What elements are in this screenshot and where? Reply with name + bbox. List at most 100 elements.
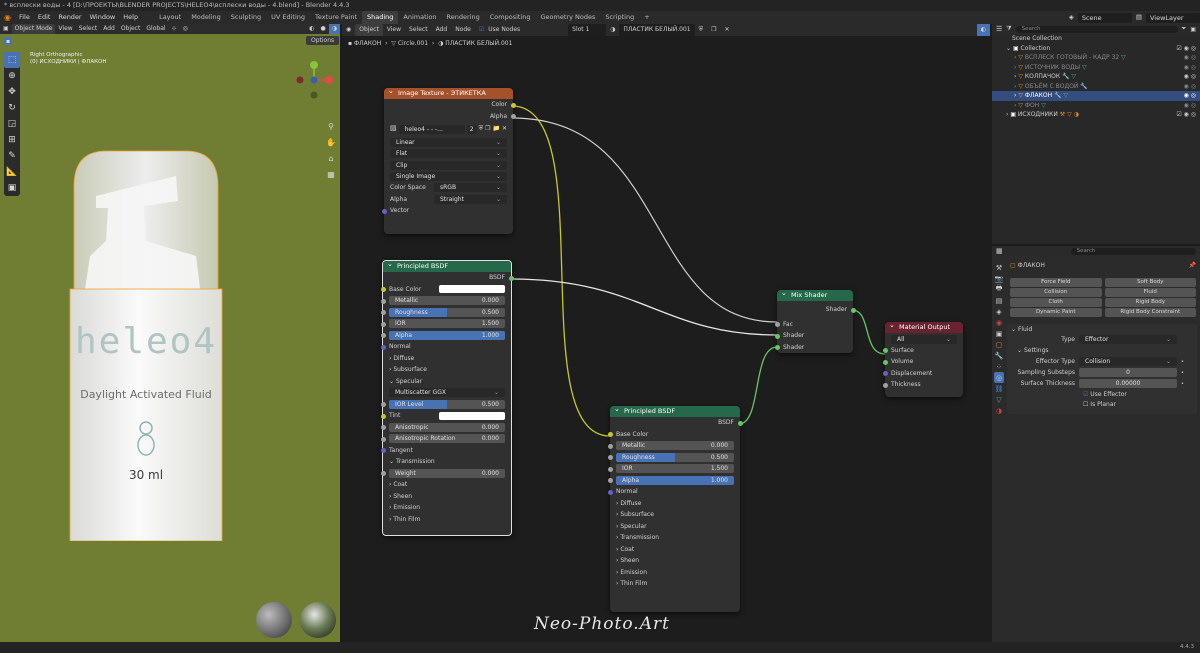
input-socket[interactable]	[882, 382, 888, 388]
input-socket[interactable]	[380, 436, 386, 442]
menu-render[interactable]: Render	[54, 11, 85, 24]
outliner-search-input[interactable]: Search	[1015, 25, 1178, 33]
keyframe-dot-icon[interactable]: •	[1177, 381, 1184, 387]
viewport-menu-object[interactable]: Object	[118, 24, 144, 34]
view-layer-selector[interactable]: ViewLayer	[1146, 12, 1200, 23]
cloth-button[interactable]: Cloth	[1010, 298, 1102, 307]
panel-diffuse[interactable]: › Diffuse	[610, 498, 740, 510]
scene-icon[interactable]: ◈	[1065, 11, 1078, 24]
editor-type-icon[interactable]: ▣	[0, 24, 12, 34]
visibility-icons[interactable]: ◉ ◎	[1184, 82, 1196, 92]
substeps-field[interactable]: 0	[1079, 368, 1177, 377]
ior-field[interactable]: IOR 1.500	[616, 464, 734, 474]
output-socket[interactable]	[508, 275, 514, 281]
input-socket[interactable]	[607, 432, 613, 437]
effector-type-dropdown[interactable]: Collision ⌄	[1079, 357, 1177, 366]
select-tool-icon[interactable]: ⬚	[4, 52, 20, 68]
cursor-tool-icon[interactable]: ⊕	[4, 68, 20, 84]
mode-selector[interactable]: Object Mode	[11, 24, 56, 34]
outliner[interactable]: ☰ ⧩ Search ⏷ ▣ Scene Collection ⌄ ▣ Coll…	[992, 24, 1200, 244]
base-color-swatch[interactable]	[439, 285, 505, 294]
panel-diffuse[interactable]: › Diffuse	[383, 353, 511, 365]
tab-compositing[interactable]: Compositing	[485, 11, 536, 24]
input-socket[interactable]	[381, 208, 387, 214]
outliner-row-bottle[interactable]: › ▽ ФЛАКОН 🔧 ▽ ◉ ◎	[992, 91, 1200, 101]
input-socket[interactable]	[882, 359, 888, 365]
measure-tool-icon[interactable]: 📐	[4, 164, 20, 180]
use-effector-checkbox-icon[interactable]: ☑	[1083, 391, 1090, 398]
visibility-icons[interactable]: ◉ ◎	[1184, 101, 1196, 111]
input-socket[interactable]	[607, 455, 613, 460]
menu-help[interactable]: Help	[119, 11, 142, 24]
particles-tab-icon[interactable]: ⁘	[994, 361, 1004, 372]
tool-tab-icon[interactable]: ⚒	[994, 262, 1004, 273]
image-browse-icon[interactable]: ▨	[390, 123, 397, 135]
input-socket[interactable]	[380, 413, 386, 419]
input-socket[interactable]	[380, 402, 386, 407]
image-users-count[interactable]: 2	[466, 124, 477, 134]
input-socket[interactable]	[774, 322, 780, 327]
orientation-selector[interactable]: Global	[143, 24, 168, 34]
metallic-field[interactable]: Metallic 0.000	[616, 441, 734, 451]
input-socket[interactable]	[380, 448, 386, 453]
3d-viewport[interactable]: ▣ Object Mode View Select Add Object Glo…	[0, 24, 340, 642]
source-dropdown[interactable]: Single Image ⌄	[390, 172, 507, 181]
panel-coat[interactable]: › Coat	[383, 479, 511, 491]
tab-shading[interactable]: Shading	[362, 11, 399, 24]
outliner-row-background[interactable]: › ▽ ФОН ▽ ◉ ◎	[992, 101, 1200, 111]
panel-transmission[interactable]: ⌄ Transmission	[383, 456, 511, 468]
anisotropic-field[interactable]: Anisotropic 0.000	[389, 422, 505, 432]
properties-search-input[interactable]: Search	[1070, 247, 1196, 255]
menu-window[interactable]: Window	[86, 11, 120, 24]
panel-sheen[interactable]: › Sheen	[610, 555, 740, 567]
menu-file[interactable]: File	[15, 11, 34, 24]
object-tab-icon[interactable]: ▢	[994, 339, 1004, 350]
panel-emission[interactable]: › Emission	[383, 502, 511, 514]
node-mix-shader[interactable]: Mix Shader Shader Fac Shader Shader	[774, 288, 856, 353]
input-socket[interactable]	[607, 478, 613, 483]
move-tool-icon[interactable]: ✥	[4, 84, 20, 100]
dynamic-paint-button[interactable]: Dynamic Paint	[1010, 308, 1102, 317]
anisotropic-rotation-field[interactable]: Anisotropic Rotation 0.000	[389, 434, 505, 444]
shading-material-icon[interactable]: ◑	[328, 24, 340, 34]
chevron-down-icon[interactable]: ⌄	[1006, 45, 1011, 52]
input-socket[interactable]	[380, 333, 386, 338]
panel-transmission[interactable]: › Transmission	[610, 532, 740, 544]
image-name-field[interactable]: heleo4 - - -...	[398, 124, 465, 134]
add-cube-tool-icon[interactable]: ▣	[4, 180, 20, 196]
distribution-dropdown[interactable]: Multiscatter GGX ⌄	[389, 388, 505, 398]
output-socket[interactable]	[510, 114, 516, 119]
tab-texture-paint[interactable]: Texture Paint	[310, 11, 362, 24]
duplicate-icon[interactable]: ❐	[485, 123, 490, 135]
outliner-row-water-source[interactable]: › ▽ ИСТОЧНИК ВОДЫ ▽ ◉ ◎	[992, 63, 1200, 73]
fake-user-icon[interactable]: ⛨	[479, 123, 484, 135]
node-header[interactable]: Principled BSDF	[383, 259, 511, 272]
keyframe-dot-icon[interactable]: •	[1177, 359, 1184, 365]
input-socket[interactable]	[380, 298, 386, 304]
navigation-gizmo[interactable]	[294, 60, 334, 100]
input-socket[interactable]	[380, 344, 386, 350]
roughness-field[interactable]: Roughness 0.500	[616, 452, 734, 462]
node-principled-bsdf-2[interactable]: Principled BSDF BSDF Base Color Metallic…	[607, 404, 743, 612]
properties-editor-icon[interactable]: ▦	[996, 247, 1003, 255]
properties-editor[interactable]: ▦ Search ⚒ 📷 🖶 ▤ ◈ ◉ ▣ ▢ 🔧 ⁘ ◎ ⛓ ▽ ◑ ▢ Ф…	[992, 246, 1200, 642]
material-tab-icon[interactable]: ◑	[994, 405, 1004, 416]
overlay-icon[interactable]: ◐	[306, 24, 317, 34]
weight-field[interactable]: Weight 0.000	[389, 468, 505, 478]
tab-layout[interactable]: Layout	[154, 11, 186, 24]
viewport-menu-view[interactable]: View	[55, 24, 75, 34]
input-socket[interactable]	[380, 310, 386, 315]
input-socket[interactable]	[380, 425, 386, 430]
tab-sculpting[interactable]: Sculpting	[226, 11, 266, 24]
visibility-icons[interactable]: ◉ ◎	[1184, 72, 1196, 82]
node-header[interactable]: Principled BSDF	[610, 404, 740, 417]
chevron-right-icon[interactable]: ›	[1014, 64, 1016, 71]
colorspace-dropdown[interactable]: sRGB ⌄	[434, 183, 507, 193]
outliner-row-collection[interactable]: ⌄ ▣ Collection ☑ ◉ ◎	[992, 44, 1200, 54]
modifier-tab-icon[interactable]: 🔧	[994, 350, 1004, 361]
visibility-icons[interactable]: ☑ ◉ ◎	[1176, 44, 1196, 54]
node-image-texture[interactable]: Image Texture - ЭТИКЕТКА Color Alpha ▨ h…	[381, 86, 516, 234]
panel-thin-film[interactable]: › Thin Film	[383, 514, 511, 526]
unlink-icon[interactable]: ✕	[502, 123, 507, 135]
viewport-menu-add[interactable]: Add	[100, 24, 118, 34]
